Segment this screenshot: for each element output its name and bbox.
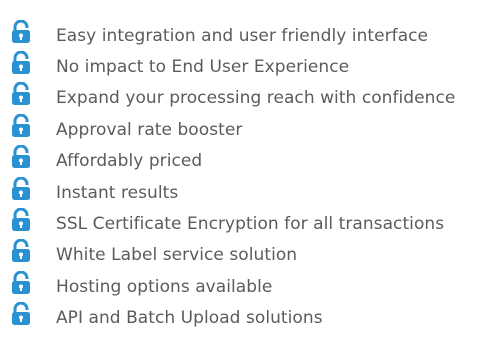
padlock-icon — [10, 270, 32, 295]
feature-label: Easy integration and user friendly inter… — [56, 25, 429, 46]
feature-label: SSL Certificate Encryption for all trans… — [56, 214, 445, 235]
padlock-icon — [10, 113, 32, 138]
feature-item: Affordably priced — [10, 145, 499, 177]
padlock-icon — [10, 19, 32, 44]
feature-label: Affordably priced — [56, 151, 203, 172]
feature-item: SSL Certificate Encryption for all trans… — [10, 208, 499, 239]
feature-list: Easy integration and user friendly inter… — [10, 19, 499, 334]
feature-item: No impact to End User Experience — [10, 51, 499, 82]
feature-item: Easy integration and user friendly inter… — [10, 19, 499, 51]
padlock-icon — [10, 51, 32, 75]
feature-item: Instant results — [10, 176, 499, 208]
padlock-icon — [10, 208, 32, 232]
feature-label: No impact to End User Experience — [56, 57, 350, 78]
feature-item: Hosting options available — [10, 270, 499, 302]
feature-item: Approval rate booster — [10, 113, 499, 145]
feature-label: Instant results — [56, 182, 179, 203]
feature-item: API and Batch Upload solutions — [10, 302, 499, 334]
padlock-icon — [10, 82, 32, 106]
feature-label: Hosting options available — [56, 276, 273, 297]
feature-label: Expand your processing reach with confid… — [56, 88, 456, 109]
feature-label: API and Batch Upload solutions — [56, 308, 323, 329]
feature-label: White Label service solution — [56, 245, 298, 266]
padlock-icon — [10, 176, 32, 201]
padlock-icon — [10, 302, 32, 326]
padlock-icon — [10, 145, 32, 169]
feature-item: Expand your processing reach with confid… — [10, 82, 499, 114]
padlock-icon — [10, 239, 32, 263]
feature-label: Approval rate booster — [56, 119, 243, 140]
feature-item: White Label service solution — [10, 239, 499, 271]
